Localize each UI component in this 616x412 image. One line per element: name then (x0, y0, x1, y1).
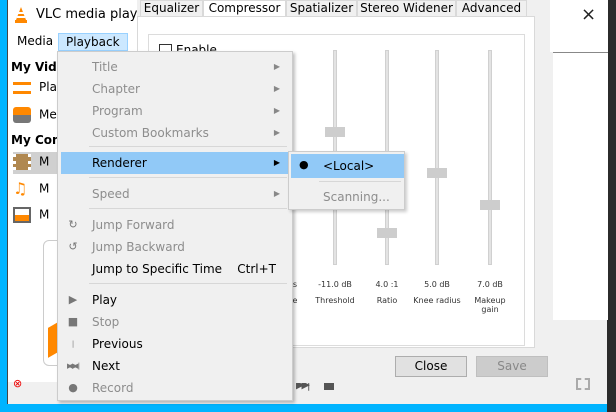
menu-item-label: Jump to Specific Time (92, 262, 223, 276)
bullet-icon: ● (299, 158, 309, 171)
menu-item-label: Previous (92, 337, 143, 351)
tab-spatializer[interactable]: Spatializer (286, 0, 357, 17)
menu-item-record-icon: ● (68, 381, 78, 394)
slider-track[interactable] (488, 50, 492, 265)
submenu-arrow-icon: ▶ (273, 128, 280, 137)
slider-label: Knee radius (413, 296, 461, 305)
menu-item-label: Speed (92, 187, 130, 201)
menu-item-jump-forward-icon: ↻ (68, 218, 78, 231)
separator (89, 146, 287, 147)
sidebar-item-label: Pla (39, 80, 57, 94)
menu-item-label: Renderer (92, 156, 147, 170)
separator (319, 181, 401, 182)
picture-icon (13, 207, 31, 223)
sidebar-item-videos[interactable]: M (13, 154, 49, 170)
separator (89, 283, 287, 284)
window-title: VLC media playe (36, 7, 146, 22)
menu-item-label: Title (92, 60, 118, 74)
slider-handle[interactable] (427, 167, 447, 178)
slider-track[interactable] (435, 50, 439, 265)
menu-item-label: Chapter (92, 82, 140, 96)
tab-stereo-widener[interactable]: Stereo Widener (357, 0, 456, 17)
slider-value: 4.0 :1 (375, 280, 399, 289)
menu-item-play-icon: ▶ (68, 293, 78, 306)
menu-item-title[interactable]: Title ▶ (61, 56, 288, 78)
submenu-arrow-icon: ▶ (273, 84, 280, 93)
menu-item-speed[interactable]: Speed ▶ (61, 183, 288, 205)
slider-value: 7.0 dB (477, 280, 503, 289)
tab-advanced[interactable]: Advanced (456, 0, 527, 17)
slider-value: -11.0 dB (318, 280, 352, 289)
sidebar-item-pictures[interactable]: M (13, 207, 49, 223)
submenu-arrow-icon: ▶ (273, 62, 280, 71)
tab-equalizer[interactable]: Equalizer (140, 0, 203, 17)
menu-item-jump-forward[interactable]: ↻ Jump Forward (61, 214, 288, 236)
media-library-icon (13, 107, 31, 123)
menu-item-stop[interactable]: ■ Stop (61, 311, 288, 333)
desktop-background (607, 0, 616, 412)
submenu-item-label: <Local> (323, 159, 375, 173)
menu-media[interactable]: Media (10, 33, 60, 51)
menu-item-custom-bookmarks[interactable]: Custom Bookmarks ▶ (61, 122, 288, 144)
renderer-submenu: ● <Local> Scanning... (288, 151, 405, 210)
close-icon[interactable]: × (581, 4, 596, 25)
sidebar-item-label: M (39, 207, 50, 222)
menu-item-next-icon: ▶▶| (67, 362, 81, 370)
menu-item-label: Next (92, 359, 120, 373)
sidebar-item-music[interactable]: ♫ M (13, 181, 49, 197)
submenu-arrow-icon: ▶ (273, 189, 280, 198)
playback-menu: Title ▶ Chapter ▶ Program ▶ Custom Bookmarks ▶ R… (57, 51, 293, 401)
sidebar-item-label: M (39, 181, 50, 196)
menu-item-chapter[interactable]: Chapter ▶ (61, 78, 288, 100)
slider-handle[interactable] (377, 227, 397, 238)
slider-handle[interactable] (480, 199, 500, 210)
music-note-icon: ♫ (13, 179, 28, 198)
slider-value: 5.0 dB (424, 280, 450, 289)
menu-item-label: Play (92, 293, 118, 307)
slider-label: Ratio (376, 296, 398, 305)
menu-item-label: Jump Forward (92, 218, 175, 232)
right-panel (553, 52, 608, 320)
menu-item-label: Program (92, 104, 143, 118)
save-button[interactable]: Save (476, 356, 548, 377)
slider-handle[interactable] (325, 126, 345, 137)
menu-item-previous[interactable]: |◀◀ Previous (61, 333, 288, 370)
sidebar-item-media-library[interactable]: Me (13, 107, 57, 123)
shortcut-label: Ctrl+T (237, 262, 276, 276)
vlc-cone-icon (15, 7, 27, 23)
separator (89, 208, 287, 209)
submenu-arrow-icon: ▶ (273, 106, 280, 115)
menu-item-next[interactable]: ▶▶| Next (61, 355, 288, 377)
menu-item-jump-backward[interactable]: ↺ Jump Backward (61, 236, 288, 258)
menu-item-renderer[interactable]: Renderer ▶ (61, 152, 288, 174)
fullscreen-icon[interactable] (576, 378, 590, 390)
menu-item-label: Record (92, 381, 134, 395)
menu-item-label: Stop (92, 315, 120, 329)
film-icon (13, 154, 31, 170)
menu-item-jump-to-specific-time[interactable]: Jump to Specific Time Ctrl+T (61, 258, 288, 280)
slider-label: Makeup gain (474, 296, 506, 314)
separator (89, 177, 287, 178)
slider-label: Threshold (315, 296, 355, 305)
menu-item-record[interactable]: ● Record (61, 377, 288, 399)
playlist-icon (13, 81, 31, 94)
menu-item-label: Custom Bookmarks (92, 126, 209, 140)
sidebar-item-label: M (39, 154, 50, 169)
close-button[interactable]: Close (395, 356, 467, 377)
menu-item-play[interactable]: ▶ Play (61, 289, 288, 311)
menu-playback[interactable]: Playback (58, 33, 128, 51)
submenu-arrow-icon: ▶ (273, 158, 280, 167)
mute-icon[interactable]: ⊗ (13, 377, 22, 390)
menu-item-jump-backward-icon: ↺ (68, 240, 78, 253)
sidebar-item-playlist[interactable]: Pla (13, 80, 57, 94)
menu-item-label: Jump Backward (92, 240, 185, 254)
submenu-item-local[interactable]: ● <Local> (291, 154, 404, 178)
menu-item-stop-icon: ■ (67, 315, 79, 328)
submenu-item-scanning: Scanning... (323, 190, 390, 204)
sidebar-item-label: Me (39, 107, 57, 122)
menu-item-program[interactable]: Program ▶ (61, 100, 288, 122)
